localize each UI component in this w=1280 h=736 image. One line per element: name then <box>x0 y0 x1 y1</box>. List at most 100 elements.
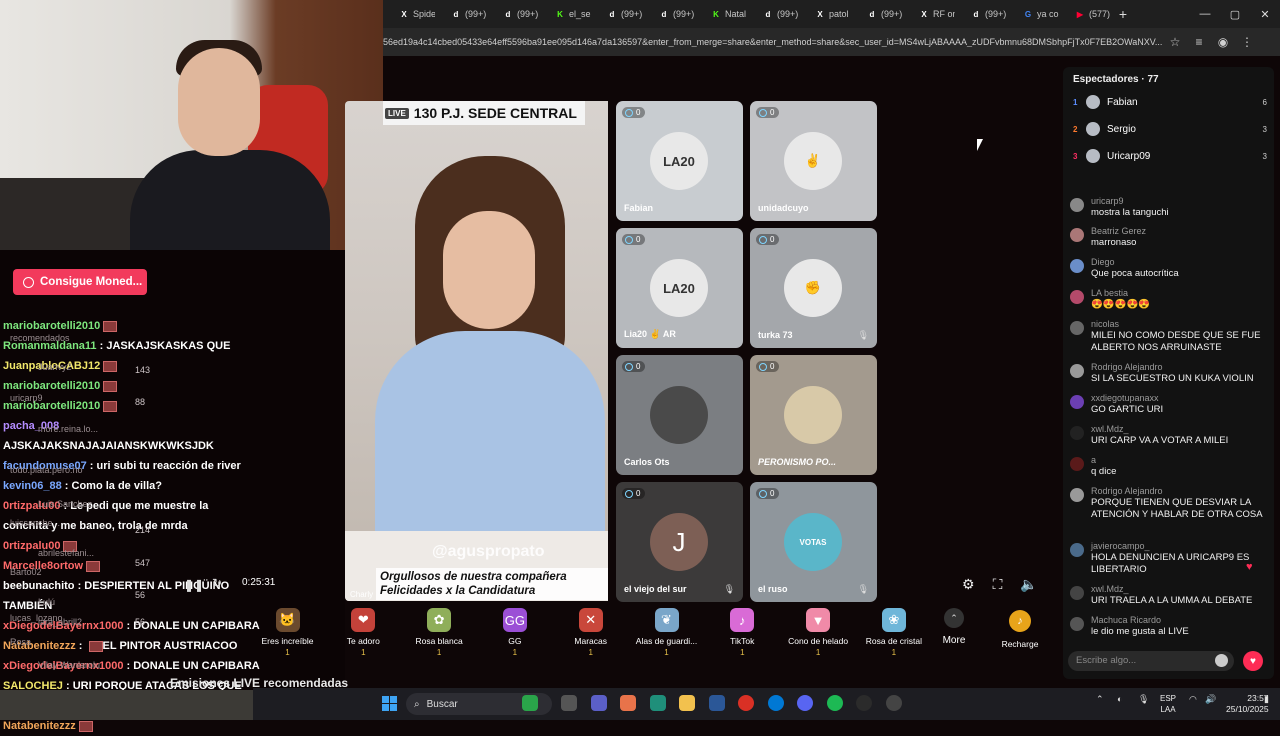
chat-avatar[interactable] <box>1070 617 1084 631</box>
menu-icon[interactable]: ⋮ <box>1235 35 1259 49</box>
replay-icon[interactable]: ↻ <box>212 576 222 590</box>
like-button[interactable]: ♥ <box>1243 651 1263 671</box>
chat-avatar[interactable] <box>1070 488 1084 502</box>
wifi-icon[interactable]: ◠ <box>1189 694 1197 705</box>
chat-username[interactable]: xwl.Mdz_ <box>1091 584 1129 594</box>
settings-icon[interactable]: ⚙ <box>962 576 975 593</box>
obs-icon[interactable] <box>885 695 902 711</box>
browser-tab[interactable]: d (99+) <box>643 0 695 28</box>
guest-tile[interactable]: 0 LA20 Lia20 ✌ AR <box>616 228 743 348</box>
browser-tab[interactable]: ▶ (577) <box>1059 0 1111 28</box>
guest-tile[interactable]: 0 ✊ turka 73 🎙 <box>750 228 877 348</box>
guest-tile[interactable]: 0 PERONISMO PO... <box>750 355 877 475</box>
chat-username[interactable]: a <box>1091 455 1096 465</box>
comment-input[interactable]: Escribe algo... <box>1068 651 1234 671</box>
chat-username[interactable]: javierocampo_ <box>1091 541 1150 551</box>
guest-tile[interactable]: 0 Carlos Ots <box>616 355 743 475</box>
top-viewer-row[interactable]: 1 Fabian 6 <box>1073 94 1267 110</box>
gift-item[interactable]: GG GG 1 <box>477 605 552 657</box>
chat-username[interactable]: Diego <box>1091 257 1115 267</box>
chat-avatar[interactable] <box>1070 426 1084 440</box>
minecraft-icon[interactable] <box>522 695 538 711</box>
top-viewer-row[interactable]: 2 Sergio 3 <box>1073 121 1267 137</box>
file-icon[interactable] <box>561 695 577 711</box>
main-video[interactable] <box>345 101 608 601</box>
guest-tile[interactable]: 0 LA20 Fabian <box>616 101 743 221</box>
copilot-icon[interactable] <box>620 695 636 711</box>
chat-username[interactable]: Beatriz Gerez <box>1091 226 1146 236</box>
chrome-icon[interactable] <box>738 695 754 711</box>
store-icon[interactable] <box>708 695 725 711</box>
chat-avatar[interactable] <box>1070 395 1084 409</box>
edge-icon[interactable] <box>649 695 666 711</box>
chat-username[interactable]: uricarp9 <box>1091 196 1124 206</box>
chat-avatar[interactable] <box>1070 364 1084 378</box>
chat-username[interactable]: Rodrigo Alejandro <box>1091 362 1163 372</box>
gift-item[interactable]: ✿ Rosa blanca 1 <box>402 605 477 657</box>
chat-avatar[interactable] <box>1070 543 1084 557</box>
url-text[interactable]: 56ed19a4c14cbed05433e64eff5596ba91ee095d… <box>383 37 1163 47</box>
fullscreen-icon[interactable]: ⛶ <box>993 576 1003 593</box>
browser-tab[interactable]: Kel_se <box>539 0 591 28</box>
chat-avatar[interactable] <box>1070 457 1084 471</box>
top-viewer-row[interactable]: 3 Uricarp09 3 <box>1073 148 1267 164</box>
mic-icon[interactable]: 🎙 <box>1138 694 1149 705</box>
gift-item[interactable]: ❤ Te adoro 1 <box>326 605 401 657</box>
cast-icon[interactable]: ≡ <box>1187 35 1211 49</box>
get-coins-button[interactable]: Consigue Moned... <box>13 269 147 295</box>
network-icon[interactable]: ◐ <box>1117 694 1122 704</box>
chat-avatar[interactable] <box>1070 228 1084 242</box>
emoji-icon[interactable] <box>1215 654 1228 667</box>
chat-avatar[interactable] <box>1070 259 1084 273</box>
recharge-button[interactable]: ♪ Recharge <box>990 604 1050 662</box>
outlook-icon[interactable] <box>767 695 784 711</box>
gift-item[interactable]: 🐱 Eres increíble 1 <box>250 605 325 657</box>
close-icon[interactable]: ✕ <box>1250 8 1280 21</box>
language-indicator[interactable]: ESP LAA <box>1160 693 1176 715</box>
volume-icon[interactable]: 🔈 <box>1020 576 1037 593</box>
browser-tab[interactable]: d (99+) <box>487 0 539 28</box>
browser-tab[interactable]: Gya co <box>1007 0 1059 28</box>
teams-icon[interactable] <box>590 695 607 711</box>
more-gifts-button[interactable]: ⌃ More <box>936 608 972 646</box>
chat-username[interactable]: xwl.Mdz_ <box>1091 424 1129 434</box>
browser-tab[interactable]: X Spide <box>383 0 435 28</box>
chat-avatar[interactable] <box>1070 586 1084 600</box>
chat-username[interactable]: xxdiegotupanaxx <box>1091 393 1159 403</box>
browser-tab[interactable]: d (99+) <box>435 0 487 28</box>
guest-tile[interactable]: 0 VOTAS el ruso 🎙 <box>750 482 877 602</box>
chat-username[interactable]: Rodrigo Alejandro <box>1091 486 1163 496</box>
chevron-up-icon[interactable]: ⌃ <box>1096 694 1104 705</box>
gift-item[interactable]: ✕ Maracas 1 <box>553 605 628 657</box>
spotify-icon[interactable] <box>826 695 843 711</box>
folder-icon[interactable] <box>679 695 695 711</box>
browser-tab[interactable]: X RF on <box>903 0 955 28</box>
browser-tab[interactable]: d (99+) <box>955 0 1007 28</box>
chat-avatar[interactable] <box>1070 321 1084 335</box>
profile-icon[interactable]: ◉ <box>1211 35 1235 49</box>
taskbar-clock[interactable]: 23:57 25/10/2025 <box>1226 693 1269 715</box>
gift-item[interactable]: ❀ Rosa de cristal 1 <box>856 605 931 657</box>
chat-username[interactable]: LA bestia <box>1091 288 1128 298</box>
guest-tile[interactable]: 0 ✌ unidadcuyo <box>750 101 877 221</box>
chat-avatar[interactable] <box>1070 198 1084 212</box>
windows-start-icon[interactable] <box>382 696 397 711</box>
media-icon[interactable] <box>856 695 872 711</box>
chat-username[interactable]: Machuca Ricardo <box>1091 615 1161 625</box>
chat-avatar[interactable] <box>1070 290 1084 304</box>
gift-item[interactable]: ▼ Cono de helado 1 <box>781 605 856 657</box>
maximize-icon[interactable]: ▢ <box>1220 8 1250 21</box>
volume-icon[interactable]: 🔊 <box>1205 694 1216 705</box>
new-tab-button[interactable]: + <box>1111 6 1135 22</box>
discord-icon[interactable] <box>797 695 813 711</box>
gift-item[interactable]: ❦ Alas de guardi... 1 <box>629 605 704 657</box>
browser-tab[interactable]: Xpatol <box>799 0 851 28</box>
browser-tab[interactable]: K Natal <box>695 0 747 28</box>
chat-username[interactable]: nicolas <box>1091 319 1119 329</box>
browser-tab[interactable]: d (99+) <box>747 0 799 28</box>
minimize-icon[interactable]: — <box>1190 8 1220 20</box>
guest-tile[interactable]: 0 Jel viejo del sur 🎙 <box>616 482 743 602</box>
pause-icon[interactable]: ❚❚ <box>184 578 204 592</box>
star-icon[interactable]: ☆ <box>1163 35 1187 49</box>
browser-tab[interactable]: d (99+) <box>591 0 643 28</box>
